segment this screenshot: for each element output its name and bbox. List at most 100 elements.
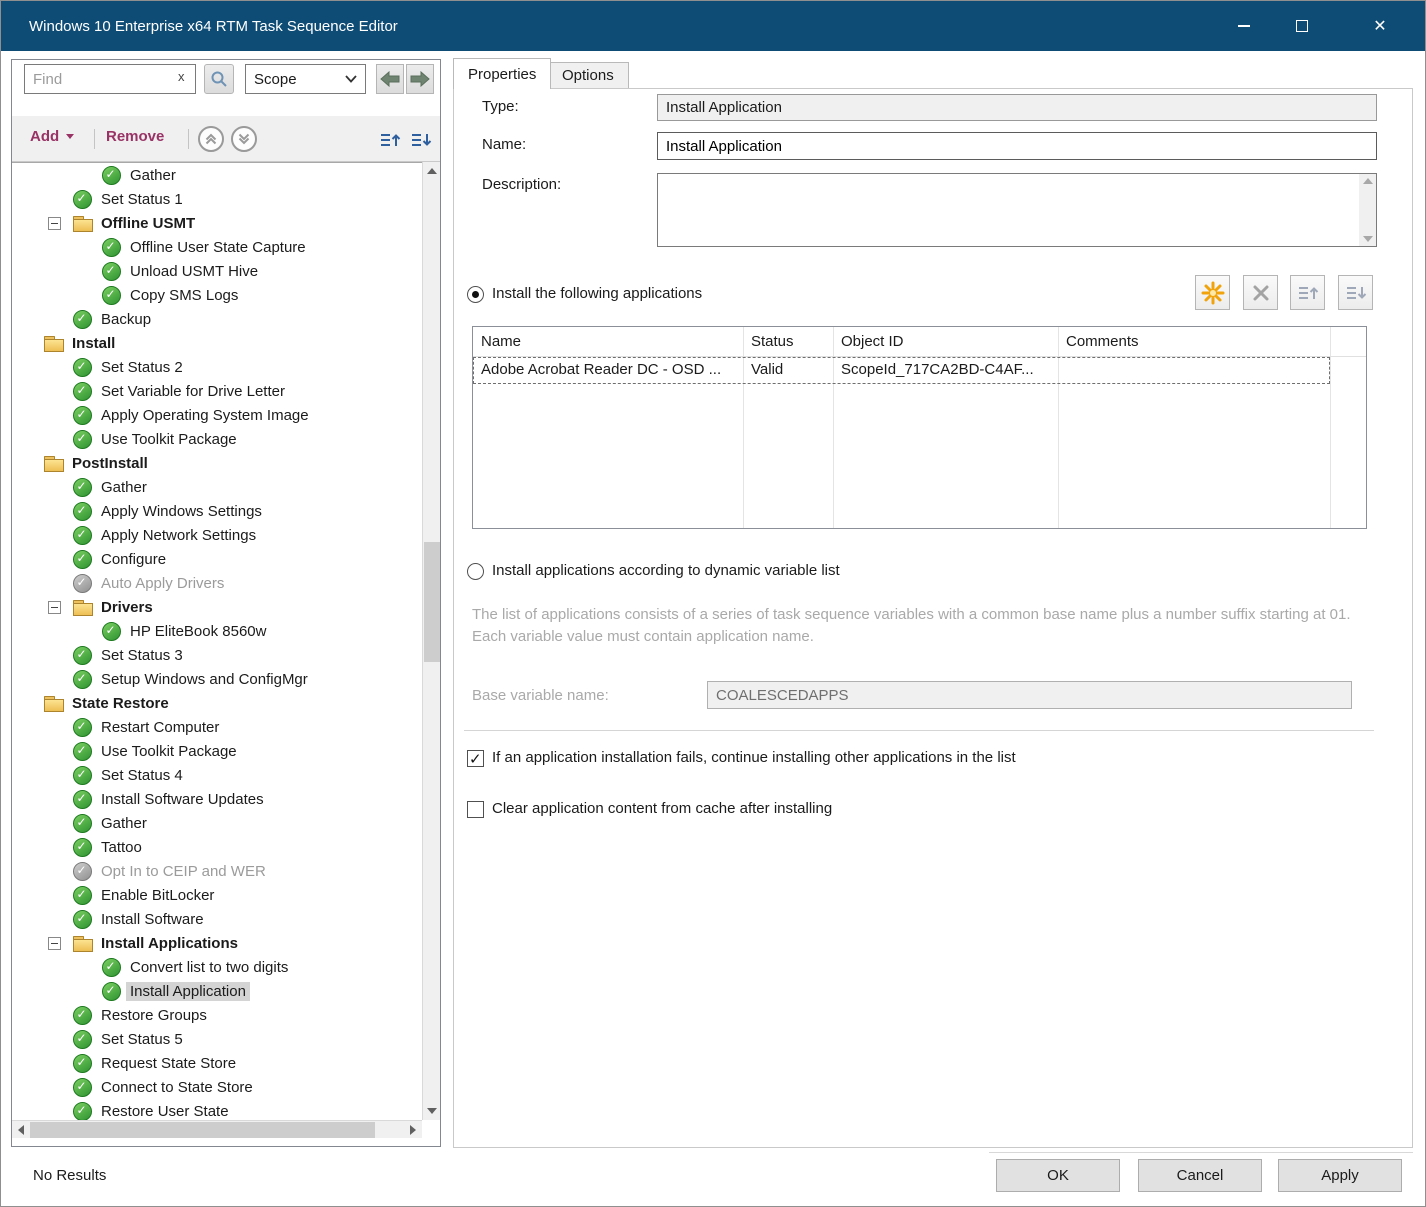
tree-item-icon: [71, 1101, 94, 1120]
tree-row[interactable]: Set Status 1: [12, 187, 422, 211]
new-application-button[interactable]: [1195, 275, 1230, 310]
tab-properties[interactable]: Properties: [453, 58, 551, 89]
install-following-applications-radio[interactable]: [467, 286, 484, 303]
maximize-button[interactable]: [1279, 1, 1325, 51]
table-column-header[interactable]: Object ID: [833, 327, 1058, 356]
scroll-down-arrow[interactable]: [423, 1102, 441, 1120]
description-label: Description:: [482, 176, 561, 193]
minimize-button[interactable]: [1221, 1, 1267, 51]
tree-row[interactable]: PostInstall: [12, 451, 422, 475]
vertical-scroll-thumb[interactable]: [424, 542, 440, 662]
tree-row[interactable]: State Restore: [12, 691, 422, 715]
triangle-up-icon[interactable]: [1363, 178, 1373, 184]
tree-row[interactable]: Offline USMT: [12, 211, 422, 235]
tree-row[interactable]: Use Toolkit Package: [12, 739, 422, 763]
cancel-button[interactable]: Cancel: [1138, 1159, 1262, 1192]
move-application-up-button[interactable]: [1290, 275, 1325, 310]
find-input[interactable]: [24, 64, 196, 94]
tree-row[interactable]: Auto Apply Drivers: [12, 571, 422, 595]
tree-item-icon: [71, 549, 94, 569]
table-column-header[interactable]: Name: [473, 327, 743, 356]
remove-button[interactable]: Remove: [106, 128, 164, 145]
install-dynamic-variable-list-radio[interactable]: [467, 563, 484, 580]
search-button[interactable]: [204, 64, 234, 94]
tree-row[interactable]: Restart Computer: [12, 715, 422, 739]
tree-row[interactable]: Convert list to two digits: [12, 955, 422, 979]
tree-row[interactable]: Gather: [12, 811, 422, 835]
expand-all-button[interactable]: [231, 126, 257, 152]
tree-row[interactable]: Install Software Updates: [12, 787, 422, 811]
tree-row[interactable]: Set Status 2: [12, 355, 422, 379]
tree-row[interactable]: Offline User State Capture: [12, 235, 422, 259]
tree-row[interactable]: Tattoo: [12, 835, 422, 859]
scroll-up-arrow[interactable]: [423, 162, 441, 180]
tree-row[interactable]: Set Status 5: [12, 1027, 422, 1051]
tree-row[interactable]: Set Variable for Drive Letter: [12, 379, 422, 403]
add-button-label: Add: [30, 128, 59, 145]
tree-row[interactable]: Install Software: [12, 907, 422, 931]
tree-row[interactable]: Install Applications: [12, 931, 422, 955]
tree-row[interactable]: Install Application: [12, 979, 422, 1003]
tree-row[interactable]: Use Toolkit Package: [12, 427, 422, 451]
list-move-up-icon: [1297, 284, 1319, 302]
tree-row[interactable]: Opt In to CEIP and WER: [12, 859, 422, 883]
tree-row[interactable]: Enable BitLocker: [12, 883, 422, 907]
tree-row[interactable]: Apply Windows Settings: [12, 499, 422, 523]
scroll-right-arrow[interactable]: [404, 1121, 422, 1139]
tree-row[interactable]: Restore Groups: [12, 1003, 422, 1027]
tree-row[interactable]: Set Status 3: [12, 643, 422, 667]
tree-row[interactable]: Drivers: [12, 595, 422, 619]
table-column-header[interactable]: Status: [743, 327, 833, 356]
tree-row[interactable]: Connect to State Store: [12, 1075, 422, 1099]
back-button[interactable]: [376, 64, 404, 94]
continue-on-fail-checkbox[interactable]: [467, 750, 484, 767]
tree-expander[interactable]: [45, 937, 71, 950]
ok-button[interactable]: OK: [996, 1159, 1120, 1192]
tree-row[interactable]: HP EliteBook 8560w: [12, 619, 422, 643]
reorder-up-button[interactable]: [376, 126, 403, 153]
description-field[interactable]: [658, 174, 1358, 246]
tree-row[interactable]: Request State Store: [12, 1051, 422, 1075]
tree-row[interactable]: Install: [12, 331, 422, 355]
tree-row[interactable]: Configure: [12, 547, 422, 571]
tree-row[interactable]: Restore User State: [12, 1099, 422, 1120]
horizontal-scroll-thumb[interactable]: [30, 1122, 375, 1138]
scroll-left-arrow[interactable]: [12, 1121, 30, 1139]
tree-row[interactable]: Apply Operating System Image: [12, 403, 422, 427]
scope-dropdown[interactable]: Scope: [245, 64, 366, 94]
delete-application-button[interactable]: [1243, 275, 1278, 310]
forward-button[interactable]: [406, 64, 434, 94]
tree-row[interactable]: Gather: [12, 163, 422, 187]
triangle-down-icon[interactable]: [1363, 236, 1373, 242]
maximize-icon: [1296, 20, 1308, 32]
tree-item-label: Apply Network Settings: [97, 526, 260, 545]
tree-row[interactable]: Set Status 4: [12, 763, 422, 787]
tab-options[interactable]: Options: [547, 62, 629, 88]
tree-row[interactable]: Gather: [12, 475, 422, 499]
add-button[interactable]: Add: [30, 128, 74, 145]
tree-row[interactable]: Backup: [12, 307, 422, 331]
double-chevron-up-icon: [204, 132, 218, 146]
reorder-down-button[interactable]: [407, 126, 434, 153]
table-row[interactable]: Adobe Acrobat Reader DC - OSD ... Valid …: [473, 357, 1330, 384]
tab-properties-label: Properties: [468, 66, 536, 83]
tree-vertical-scrollbar[interactable]: [422, 162, 440, 1120]
tree-item-label: PostInstall: [68, 454, 152, 473]
collapse-all-button[interactable]: [198, 126, 224, 152]
tree-expander[interactable]: [45, 217, 71, 230]
tree-row[interactable]: Apply Network Settings: [12, 523, 422, 547]
move-application-down-button[interactable]: [1338, 275, 1373, 310]
table-column-header[interactable]: Comments: [1058, 327, 1330, 356]
name-label: Name:: [482, 136, 526, 153]
type-field[interactable]: [657, 94, 1377, 121]
close-button[interactable]: ✕: [1357, 1, 1403, 51]
tree-row[interactable]: Unload USMT Hive: [12, 259, 422, 283]
name-field[interactable]: [657, 132, 1377, 160]
apply-button[interactable]: Apply: [1278, 1159, 1402, 1192]
clear-cache-checkbox[interactable]: [467, 801, 484, 818]
tree-expander[interactable]: [45, 601, 71, 614]
clear-find-button[interactable]: x: [178, 70, 185, 83]
tree-row[interactable]: Setup Windows and ConfigMgr: [12, 667, 422, 691]
tree-horizontal-scrollbar[interactable]: [12, 1120, 422, 1138]
tree-row[interactable]: Copy SMS Logs: [12, 283, 422, 307]
